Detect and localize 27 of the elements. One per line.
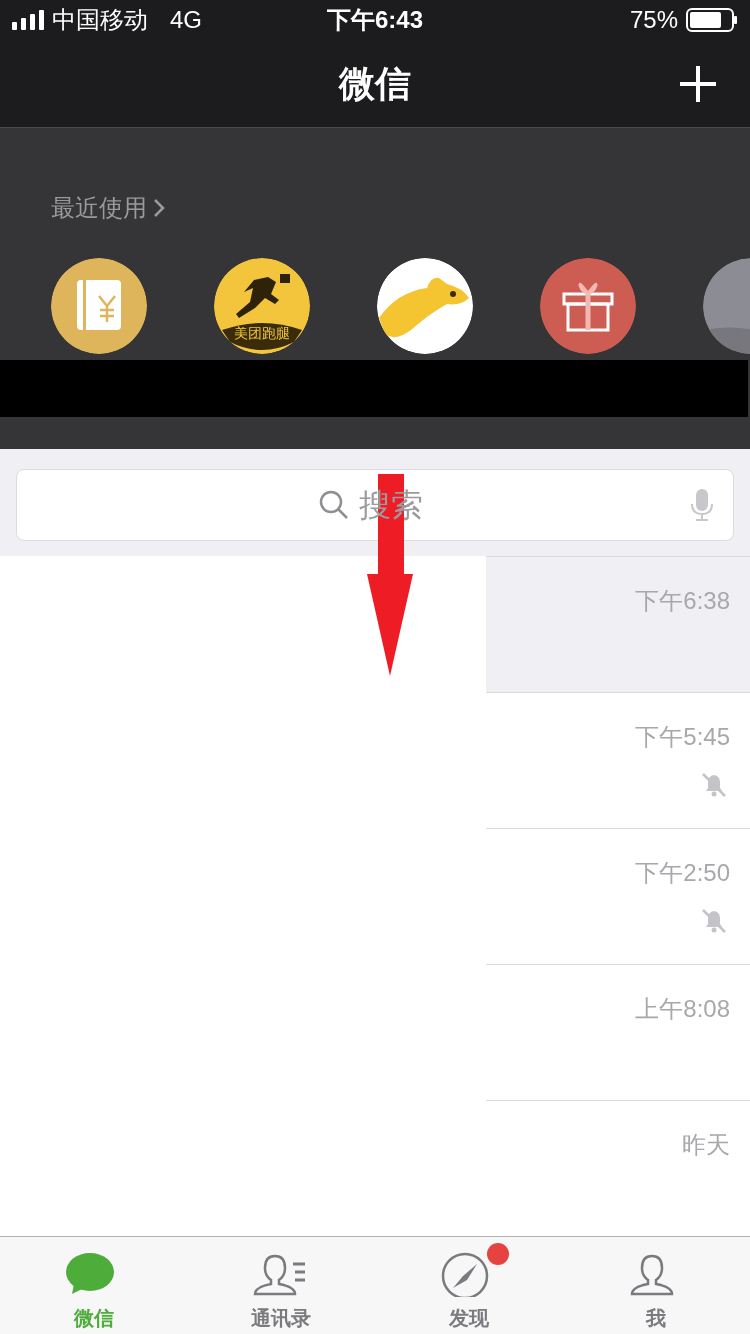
mini-program-icon[interactable] bbox=[214, 258, 310, 354]
chat-row-panel[interactable]: 下午6:38 bbox=[486, 556, 750, 692]
message-time: 下午6:38 bbox=[635, 586, 730, 616]
add-button[interactable] bbox=[678, 64, 718, 104]
mini-program-icon[interactable] bbox=[540, 258, 636, 354]
chevron-right-icon bbox=[153, 198, 165, 218]
icon-label: 美团跑腿 bbox=[233, 325, 291, 341]
nav-title: 微信 bbox=[339, 61, 411, 106]
signal-icon bbox=[12, 10, 46, 30]
mini-program-icon[interactable] bbox=[377, 258, 473, 354]
microphone-icon bbox=[691, 488, 713, 523]
message-time: 昨天 bbox=[682, 1130, 730, 1160]
section-heading: 最近使用 bbox=[51, 193, 147, 223]
message-time: 下午5:45 bbox=[635, 722, 730, 752]
message-time: 下午2:50 bbox=[635, 858, 730, 888]
tab[interactable]: 通讯录 bbox=[187, 1237, 375, 1334]
battery-percent: 75% bbox=[629, 5, 678, 35]
battery-icon bbox=[686, 8, 738, 32]
mini-program-icon[interactable] bbox=[51, 258, 147, 354]
search-icon bbox=[319, 490, 349, 521]
message-time: 上午8:08 bbox=[635, 994, 730, 1024]
tab[interactable]: 我 bbox=[562, 1237, 750, 1334]
carrier-name: 中国移动 bbox=[52, 5, 148, 35]
clock: 下午6:43 bbox=[327, 5, 423, 35]
tab[interactable]: 微信 bbox=[0, 1237, 188, 1334]
network-type: 4G bbox=[170, 5, 202, 35]
tab[interactable]: 发现 bbox=[375, 1237, 563, 1334]
